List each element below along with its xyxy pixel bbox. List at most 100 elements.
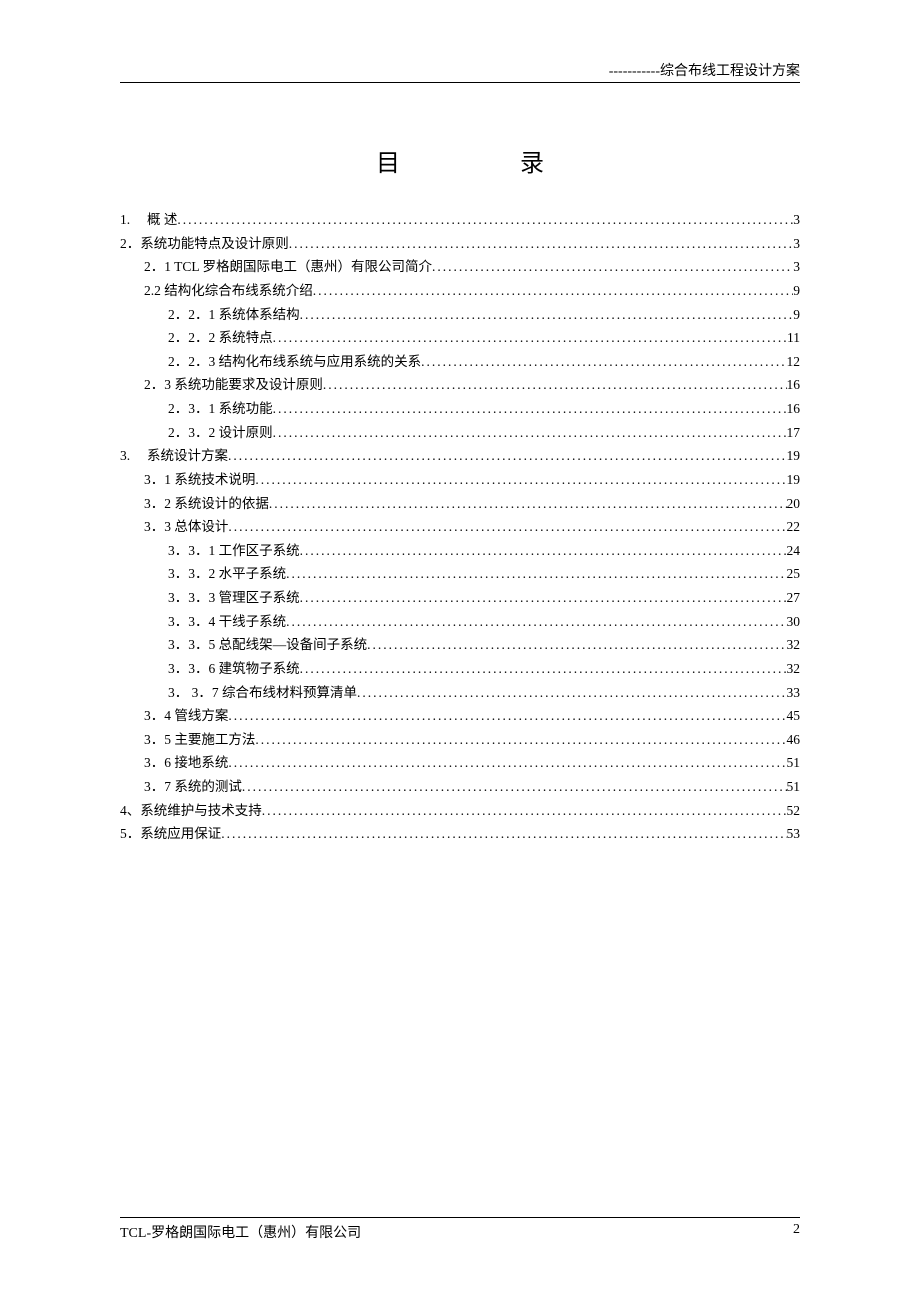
toc-entry-leader xyxy=(269,492,787,516)
toc-entry-leader xyxy=(357,681,787,705)
toc-entry-page: 46 xyxy=(787,728,801,752)
toc-entry-label: 2．2．3 结构化布线系统与应用系统的关系 xyxy=(168,350,421,374)
toc-entry-page: 19 xyxy=(787,468,801,492)
toc-entry-page: 32 xyxy=(787,633,801,657)
toc-entry-label: 3．3．4 干线子系统 xyxy=(168,610,286,634)
toc-entry-label: 3．3．2 水平子系统 xyxy=(168,562,286,586)
toc-entry-label: 2．2．2 系统特点 xyxy=(168,326,273,350)
toc-entry-page: 33 xyxy=(787,681,801,705)
toc-entry: 1. 概 述 3 xyxy=(120,208,800,232)
toc-entry: 3．3 总体设计22 xyxy=(120,515,800,539)
toc-entry-label: 3． 3．7 综合布线材料预算清单 xyxy=(168,681,357,705)
toc-entry-label: 3．1 系统技术说明 xyxy=(144,468,255,492)
toc-entry-leader xyxy=(228,515,786,539)
toc-entry-leader xyxy=(262,799,787,823)
toc-title: 目录 xyxy=(120,143,800,178)
toc-entry-label: 3．6 接地系统 xyxy=(144,751,228,775)
toc-entry-page: 3 xyxy=(793,255,800,279)
toc-entry-leader xyxy=(242,775,787,799)
toc-entry-label: 3．3 总体设计 xyxy=(144,515,228,539)
table-of-contents: 1. 概 述32．系统功能特点及设计原则32．1 TCL 罗格朗国际电工（惠州）… xyxy=(120,208,800,846)
header-text: -----------综合布线工程设计方案 xyxy=(120,60,800,80)
toc-entry-leader xyxy=(300,586,787,610)
toc-entry-label: 3．3．3 管理区子系统 xyxy=(168,586,300,610)
toc-entry: 2．3．2 设计原则17 xyxy=(120,421,800,445)
toc-entry: 3．6 接地系统51 xyxy=(120,751,800,775)
toc-entry: 2．1 TCL 罗格朗国际电工（惠州）有限公司简介 3 xyxy=(120,255,800,279)
toc-entry-label: 3．5 主要施工方法 xyxy=(144,728,255,752)
toc-entry-leader xyxy=(273,326,787,350)
toc-entry-page: 16 xyxy=(787,373,801,397)
toc-entry: 2．2．1 系统体系结构 9 xyxy=(120,303,800,327)
toc-entry-label: 1. 概 述 xyxy=(120,208,177,232)
toc-entry-leader xyxy=(228,751,786,775)
toc-entry-page: 52 xyxy=(787,799,801,823)
toc-entry-label: 2．系统功能特点及设计原则 xyxy=(120,232,289,256)
header-rule: -----------综合布线工程设计方案 xyxy=(120,60,800,83)
footer: TCL-罗格朗国际电工（惠州）有限公司 2 xyxy=(120,1217,800,1242)
toc-entry-leader xyxy=(273,421,787,445)
toc-entry: 3．3．5 总配线架—设备间子系统 32 xyxy=(120,633,800,657)
toc-entry-leader xyxy=(255,468,786,492)
toc-entry: 3．5 主要施工方法 46 xyxy=(120,728,800,752)
toc-entry-label: 3．7 系统的测试 xyxy=(144,775,242,799)
toc-entry-leader xyxy=(289,232,794,256)
toc-entry: 3．3．1 工作区子系统 24 xyxy=(120,539,800,563)
toc-entry-leader xyxy=(177,208,793,232)
toc-entry-leader xyxy=(421,350,786,374)
toc-entry-label: 3．2 系统设计的依据 xyxy=(144,492,269,516)
toc-entry: 3．3．4 干线子系统 30 xyxy=(120,610,800,634)
footer-company: TCL-罗格朗国际电工（惠州）有限公司 xyxy=(120,1222,361,1242)
toc-entry: 3．2 系统设计的依据20 xyxy=(120,492,800,516)
toc-entry-label: 2．1 TCL 罗格朗国际电工（惠州）有限公司简介 xyxy=(144,255,432,279)
toc-entry-page: 45 xyxy=(787,704,801,728)
toc-entry: 3．7 系统的测试 51 xyxy=(120,775,800,799)
toc-entry-label: 2．3 系统功能要求及设计原则 xyxy=(144,373,323,397)
toc-entry-label: 3．3．1 工作区子系统 xyxy=(168,539,300,563)
toc-entry: 3．3．3 管理区子系统 27 xyxy=(120,586,800,610)
toc-entry-leader xyxy=(255,728,786,752)
toc-entry: 5．系统应用保证53 xyxy=(120,822,800,846)
toc-entry-leader xyxy=(367,633,786,657)
toc-entry-page: 24 xyxy=(787,539,801,563)
footer-page-number: 2 xyxy=(793,1222,800,1242)
toc-entry-page: 30 xyxy=(787,610,801,634)
toc-entry-page: 3 xyxy=(793,208,800,232)
toc-entry-leader xyxy=(286,562,786,586)
toc-entry-leader xyxy=(221,822,786,846)
toc-entry-label: 3. 系统设计方案 xyxy=(120,444,228,468)
toc-entry-page: 51 xyxy=(787,775,801,799)
toc-entry: 2．2．2 系统特点 11 xyxy=(120,326,800,350)
toc-entry: 2．3．1 系统功能16 xyxy=(120,397,800,421)
toc-entry-leader xyxy=(300,657,787,681)
toc-entry-leader xyxy=(228,444,787,468)
toc-entry-label: 3．3．5 总配线架—设备间子系统 xyxy=(168,633,367,657)
toc-entry: 3．4 管线方案 45 xyxy=(120,704,800,728)
toc-entry: 2．2．3 结构化布线系统与应用系统的关系12 xyxy=(120,350,800,374)
toc-entry-leader xyxy=(313,279,794,303)
toc-entry: 2.2 结构化综合布线系统介绍9 xyxy=(120,279,800,303)
toc-entry-leader xyxy=(300,539,787,563)
toc-entry-page: 19 xyxy=(787,444,801,468)
toc-entry-leader xyxy=(286,610,786,634)
toc-entry-page: 3 xyxy=(793,232,800,256)
toc-entry-page: 11 xyxy=(787,326,800,350)
toc-entry-page: 25 xyxy=(787,562,801,586)
toc-entry-leader xyxy=(228,704,786,728)
toc-entry-label: 2．3．2 设计原则 xyxy=(168,421,273,445)
toc-entry: 3．3．6 建筑物子系统 32 xyxy=(120,657,800,681)
toc-entry-label: 3．4 管线方案 xyxy=(144,704,228,728)
toc-entry: 2．3 系统功能要求及设计原则 16 xyxy=(120,373,800,397)
toc-entry-label: 2.2 结构化综合布线系统介绍 xyxy=(144,279,313,303)
toc-entry-label: 3．3．6 建筑物子系统 xyxy=(168,657,300,681)
toc-entry: 4、系统维护与技术支持52 xyxy=(120,799,800,823)
toc-entry: 3. 系统设计方案 19 xyxy=(120,444,800,468)
toc-entry-label: 2．2．1 系统体系结构 xyxy=(168,303,300,327)
toc-entry: 3． 3．7 综合布线材料预算清单 33 xyxy=(120,681,800,705)
toc-entry-page: 32 xyxy=(787,657,801,681)
toc-entry: 2．系统功能特点及设计原则 3 xyxy=(120,232,800,256)
toc-entry-page: 27 xyxy=(787,586,801,610)
toc-entry: 3．1 系统技术说明 19 xyxy=(120,468,800,492)
toc-entry-page: 9 xyxy=(793,303,800,327)
toc-entry-page: 53 xyxy=(787,822,801,846)
